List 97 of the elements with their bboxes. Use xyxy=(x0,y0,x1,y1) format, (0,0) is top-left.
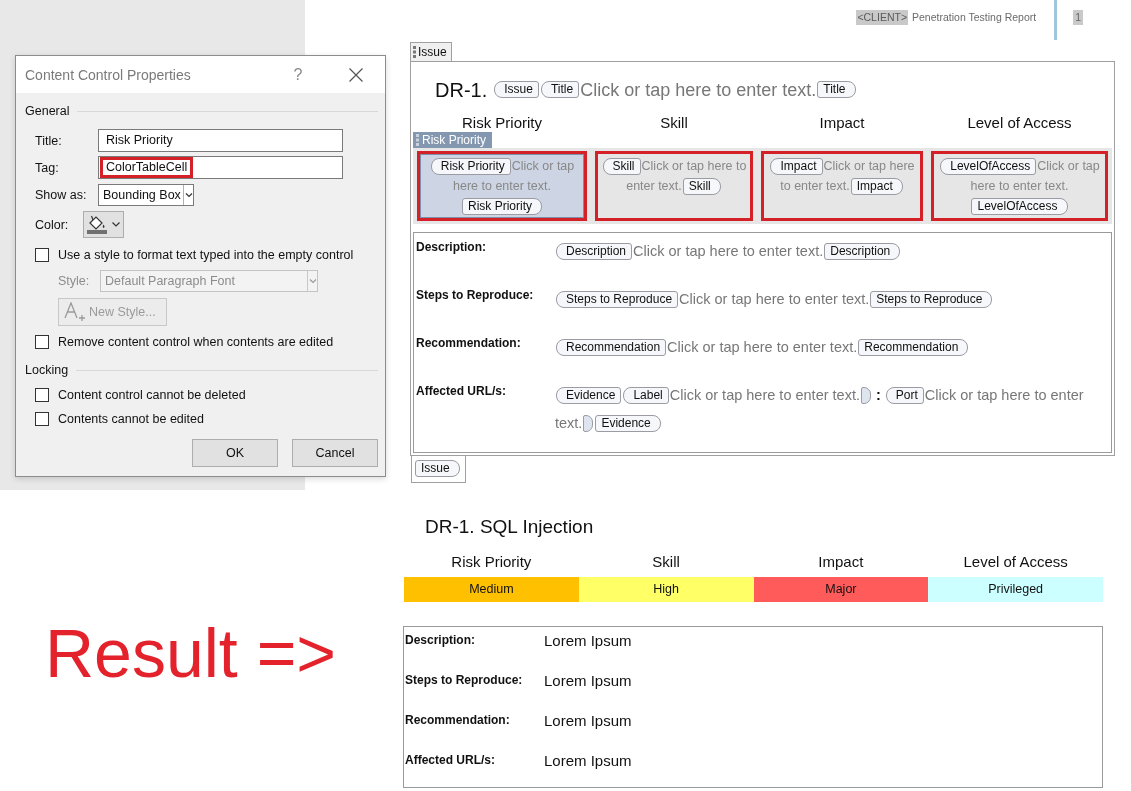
rating-cell: Privileged xyxy=(928,577,1103,603)
color-picker-button[interactable] xyxy=(83,211,124,238)
control-start-tag[interactable]: Evidence xyxy=(556,387,622,405)
field-label: Show as: xyxy=(35,188,88,202)
caret-icon xyxy=(112,222,120,227)
control-start-tag[interactable]: Issue xyxy=(494,81,539,99)
checkbox[interactable] xyxy=(35,335,49,349)
control-end-tag[interactable]: Description xyxy=(824,243,901,261)
field-value: Lorem Ipsum xyxy=(544,751,632,772)
control-start-tag[interactable]: Skill xyxy=(602,157,641,175)
field-label: Steps to Reproduce: xyxy=(416,286,535,304)
heading-text: DR-1. xyxy=(435,78,488,101)
field-label: Affected URL/s: xyxy=(405,752,496,770)
column-header: Level of Access xyxy=(962,553,1069,573)
rating-cell: Major xyxy=(753,577,929,603)
column-header: Skill xyxy=(659,113,689,132)
checkbox-label[interactable]: Contents cannot be edited xyxy=(58,411,204,427)
field-label: Tag: xyxy=(35,160,60,175)
control-start-tag[interactable]: Steps to Reproduce xyxy=(556,291,679,309)
column-header: Impact xyxy=(818,113,866,132)
client-name-field[interactable]: <CLIENT> xyxy=(856,10,908,25)
field-label: Title: xyxy=(35,133,63,148)
column-header: Level of Access xyxy=(966,113,1073,132)
control-start-tag[interactable]: Title xyxy=(540,81,580,99)
placeholder-text[interactable]: Click or tap here to enter text. xyxy=(580,79,817,100)
field-label: Description: xyxy=(416,238,487,256)
control-start-tag[interactable]: Port xyxy=(885,387,924,405)
content-control-field[interactable]: Steps to Reproduce Click or tap here to enter text. Steps to Reproduce xyxy=(555,284,1111,313)
control-end-tag[interactable]: Impact xyxy=(850,177,903,195)
result-arrow-label: Result => xyxy=(45,618,337,688)
content-control-field[interactable]: Recommendation Click or tap here to enter text. Recommendation xyxy=(555,332,1111,361)
help-button[interactable]: ? xyxy=(284,59,312,90)
control-start-tag[interactable]: Description xyxy=(556,243,633,261)
caret-icon xyxy=(307,271,317,291)
checkbox-label[interactable]: Content control cannot be deleted xyxy=(58,387,246,403)
cancel-button[interactable]: Cancel xyxy=(292,439,378,467)
field-value: Lorem Ipsum xyxy=(544,671,632,692)
control-end-tag[interactable]: Steps to Reproduce xyxy=(870,291,993,309)
text-field[interactable]: ColorTableCell xyxy=(98,156,343,179)
column-header: Risk Priority xyxy=(461,113,543,132)
table-cell[interactable]: Skill Click or tap here to enter text. Skill xyxy=(595,150,753,221)
new-style-icon xyxy=(64,302,86,322)
control-start-tag[interactable]: Risk Priority xyxy=(430,157,511,175)
field-label: Recommendation: xyxy=(405,712,511,730)
table-cell[interactable]: Risk Priority Click or tap here to enter text. Risk Priority xyxy=(417,150,587,221)
field-value: ColorTableCell xyxy=(100,157,194,178)
field-label: Affected URL/s: xyxy=(416,382,507,400)
table-cell[interactable]: Impact Click or tap here to enter text. Impact xyxy=(761,150,923,221)
field-label: Recommendation: xyxy=(416,334,522,352)
control-end-tag[interactable]: LevelOfAccess xyxy=(971,197,1068,215)
grip-icon xyxy=(413,46,416,58)
dialog-title: Content Control Properties xyxy=(25,66,191,83)
checkbox[interactable] xyxy=(35,412,49,426)
field-value: Lorem Ipsum xyxy=(544,711,632,732)
control-end-tag[interactable]: Evidence xyxy=(595,415,661,433)
field-label: Style: xyxy=(58,274,91,288)
text-field[interactable]: Risk Priority xyxy=(98,129,343,152)
field-value: Lorem Ipsum xyxy=(544,631,632,652)
rating-cell: High xyxy=(578,577,754,603)
control-start-tag[interactable]: Recommendation xyxy=(556,339,667,357)
checkbox[interactable] xyxy=(35,248,49,262)
paint-bucket-icon xyxy=(87,215,107,234)
control-start-tag[interactable]: Label xyxy=(623,387,669,405)
issue-start-tag[interactable]: Issue xyxy=(410,42,452,61)
control-end-tag[interactable]: Recommendation xyxy=(858,339,969,357)
control-end-tag[interactable]: Risk Priority xyxy=(462,197,542,215)
control-end-tag[interactable]: Title xyxy=(817,81,856,99)
page-number-field: 1 xyxy=(1073,10,1083,25)
field-value: Risk Priority xyxy=(105,132,174,149)
field-label: Color: xyxy=(35,217,70,232)
caret-icon xyxy=(183,185,193,205)
control-start-tag[interactable]: LevelOfAccess xyxy=(940,157,1037,175)
section-heading: Locking xyxy=(25,362,69,378)
show-as-dropdown[interactable]: Bounding Box xyxy=(98,184,194,206)
report-title: Penetration Testing Report xyxy=(912,10,1037,25)
field-label: Steps to Reproduce: xyxy=(405,672,524,690)
checkbox[interactable] xyxy=(35,388,49,402)
checkbox-label[interactable]: Use a style to format text typed into the empty control xyxy=(58,247,354,263)
checkbox-label[interactable]: Remove content control when contents are edited xyxy=(58,334,334,350)
column-header: Skill xyxy=(651,553,681,573)
end-bracket-icon[interactable] xyxy=(860,387,871,405)
ok-button[interactable]: OK xyxy=(192,439,278,467)
content-control-field[interactable]: Evidence Label Click or tap here to enter text. : Port Click or tap here to enter text. Evidence xyxy=(555,380,1111,437)
control-end-tag[interactable]: Skill xyxy=(682,177,721,195)
rating-cell: Medium xyxy=(404,577,579,603)
table-cell[interactable]: LevelOfAccess Click or tap here to enter text. LevelOfAccess xyxy=(931,150,1108,221)
end-bracket-icon[interactable] xyxy=(583,415,594,433)
column-header: Risk Priority xyxy=(450,553,533,573)
close-icon xyxy=(349,67,363,82)
control-start-tag[interactable]: Impact xyxy=(770,157,823,175)
control-end-tag[interactable]: Issue xyxy=(415,460,460,478)
issue-title: DR-1. SQL Injection xyxy=(425,516,594,539)
content-control-field[interactable]: Description Click or tap here to enter text. Description xyxy=(555,236,1111,265)
field-label: Description: xyxy=(405,632,476,650)
section-heading: General xyxy=(25,103,70,119)
column-header: Impact xyxy=(817,553,865,573)
grip-icon xyxy=(416,133,419,146)
